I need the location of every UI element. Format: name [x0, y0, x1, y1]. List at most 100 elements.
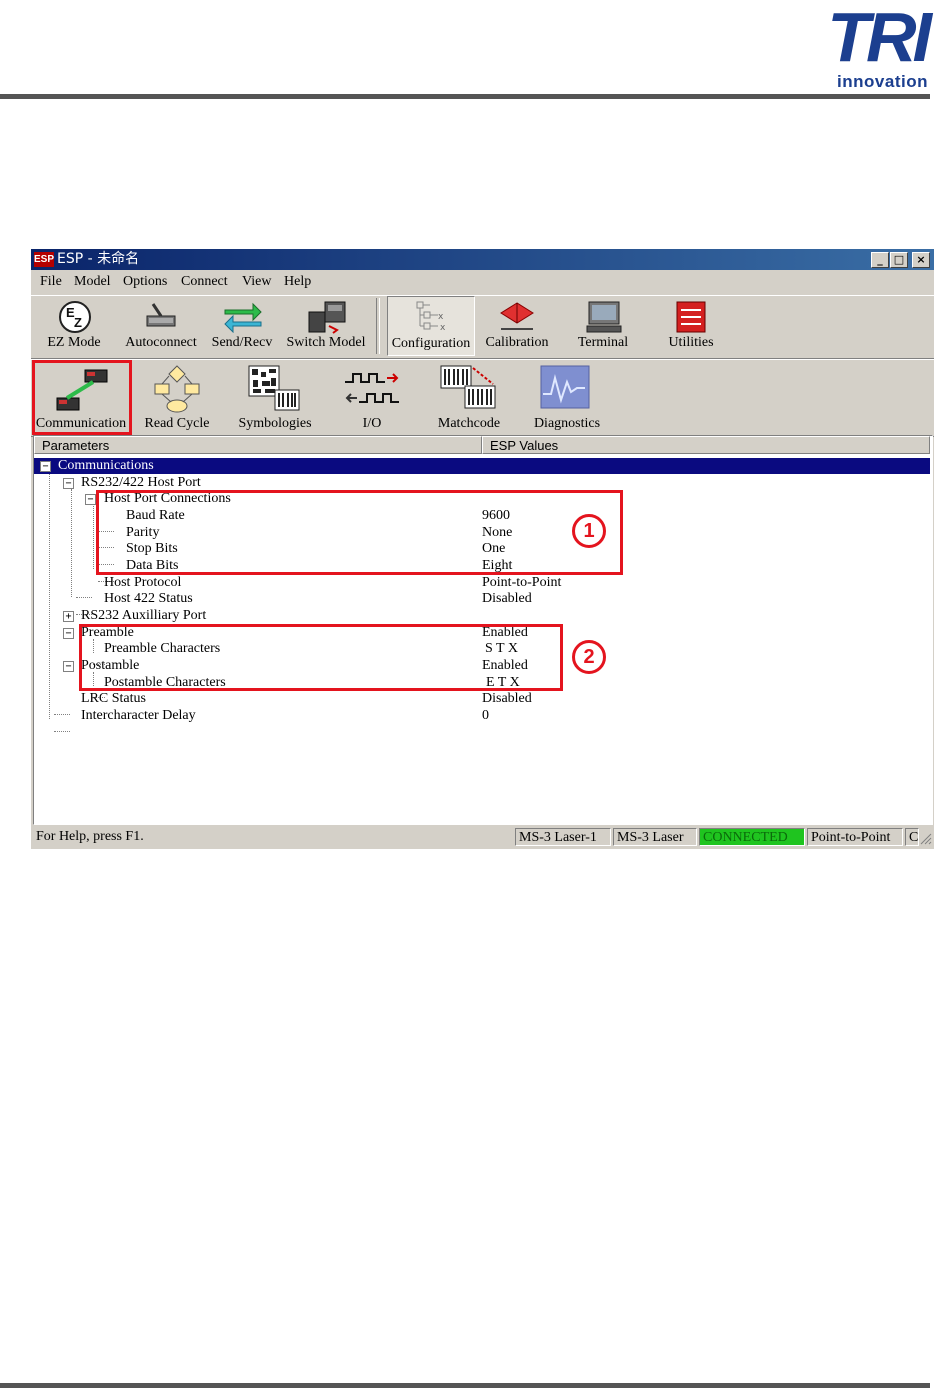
switch-model-label: Switch Model	[286, 335, 366, 350]
matchcode-label: Matchcode	[437, 416, 501, 431]
footer-rule	[0, 1383, 930, 1388]
callout-number-2: 2	[572, 640, 606, 674]
row-name: LRC Status	[81, 691, 146, 706]
status-extra: C	[905, 828, 919, 846]
switch-model-icon	[308, 301, 346, 334]
io-icon	[345, 373, 399, 403]
utilities-icon	[676, 301, 706, 333]
configuration-toolbar: Communication Read Cycle Symbologies I/O…	[31, 359, 934, 437]
status-bar: For Help, press F1. MS-3 Laser-1 MS-3 La…	[31, 826, 934, 849]
menu-help[interactable]: Help	[284, 274, 311, 290]
tree-row[interactable]: LRC Status Disabled	[34, 691, 930, 707]
row-name: Host Protocol	[104, 575, 182, 590]
symbologies-button[interactable]: Symbologies	[227, 364, 323, 434]
diagnostics-label: Diagnostics	[533, 416, 601, 431]
app-icon[interactable]: ESP	[34, 252, 54, 267]
callout-number-1: 1	[572, 514, 606, 548]
menu-bar: File Model Options Connect View Help	[31, 271, 934, 293]
ez-mode-icon: E Z	[59, 301, 91, 333]
row-name: Communications	[58, 458, 154, 473]
close-button[interactable]: ×	[912, 252, 930, 268]
tree-line	[54, 731, 70, 733]
calibration-icon	[500, 302, 534, 330]
terminal-label: Terminal	[577, 335, 629, 350]
main-toolbar: E Z EZ Mode Autoconnect Send/Recv Switch…	[31, 295, 934, 359]
resize-grip-icon[interactable]	[920, 833, 932, 845]
collapse-toggle[interactable]: −	[63, 628, 74, 639]
tree-row[interactable]: − Communications	[34, 458, 930, 474]
calibration-button[interactable]: Calibration	[481, 298, 553, 354]
callout-box-2	[79, 624, 563, 691]
switch-model-button[interactable]: Switch Model	[285, 298, 367, 354]
parameters-tree-panel: Parameters ESP Values − Communications −…	[33, 435, 933, 825]
autoconnect-button[interactable]: Autoconnect	[121, 298, 201, 354]
tree-row[interactable]: Host Protocol Point-to-Point	[34, 575, 930, 591]
diagnostics-icon	[540, 365, 590, 409]
row-name: RS232/422 Host Port	[81, 475, 201, 490]
status-model-2: MS-3 Laser	[613, 828, 697, 846]
configuration-label: Configuration	[391, 336, 471, 351]
diagnostics-button[interactable]: Diagnostics	[525, 364, 609, 434]
menu-file[interactable]: File	[40, 274, 62, 290]
menu-view[interactable]: View	[242, 274, 271, 290]
utilities-label: Utilities	[668, 335, 714, 350]
tree-row[interactable]: Intercharacter Delay 0	[34, 708, 930, 724]
configuration-button[interactable]: x x Configuration	[387, 296, 475, 356]
svg-text:Z: Z	[74, 315, 82, 330]
window-title: ESP - 未命名	[57, 251, 140, 267]
collapse-toggle[interactable]: −	[85, 494, 96, 505]
terminal-icon	[586, 301, 622, 333]
logo-wordmark: innovation	[837, 72, 928, 91]
collapse-toggle[interactable]: −	[63, 661, 74, 672]
column-header-parameters[interactable]: Parameters	[34, 436, 482, 454]
collapse-toggle[interactable]: −	[40, 461, 51, 472]
collapse-toggle[interactable]: −	[63, 478, 74, 489]
status-connection-badge: CONNECTED	[699, 828, 805, 846]
maximize-button[interactable]: □	[890, 252, 908, 268]
menu-connect[interactable]: Connect	[181, 274, 228, 290]
send-recv-label: Send/Recv	[211, 335, 273, 350]
io-button[interactable]: I/O	[333, 364, 411, 434]
matchcode-icon	[440, 365, 496, 409]
title-bar[interactable]: ESP ESP - 未命名 _ □ ×	[31, 249, 934, 270]
menu-options[interactable]: Options	[123, 274, 167, 290]
row-value: Disabled	[482, 691, 532, 706]
tree-row[interactable]: + RS232 Auxilliary Port	[34, 608, 930, 624]
terminal-button[interactable]: Terminal	[567, 298, 639, 354]
minimize-button[interactable]: _	[871, 252, 889, 268]
tree-row[interactable]: Host 422 Status Disabled	[34, 591, 930, 607]
svg-text:x: x	[438, 312, 444, 322]
ez-mode-label: EZ Mode	[47, 335, 101, 350]
configuration-icon: x x	[416, 301, 446, 333]
header-rule	[0, 94, 930, 99]
io-label: I/O	[362, 416, 382, 431]
svg-text:x: x	[440, 323, 446, 333]
row-value: Point-to-Point	[482, 575, 562, 590]
calibration-label: Calibration	[485, 335, 549, 350]
tree-row[interactable]: − RS232/422 Host Port	[34, 475, 930, 491]
row-value: 0	[482, 708, 489, 723]
column-header-esp-values[interactable]: ESP Values	[482, 436, 930, 454]
send-recv-button[interactable]: Send/Recv	[209, 298, 275, 354]
status-model-1: MS-3 Laser-1	[515, 828, 611, 846]
status-help-text: For Help, press F1.	[36, 829, 144, 844]
ez-mode-button[interactable]: E Z EZ Mode	[39, 298, 109, 354]
utilities-button[interactable]: Utilities	[655, 298, 727, 354]
status-protocol: Point-to-Point	[807, 828, 903, 846]
send-recv-icon	[224, 302, 262, 333]
row-value: Disabled	[482, 591, 532, 606]
symbologies-icon	[248, 365, 300, 411]
row-name: RS232 Auxilliary Port	[81, 608, 207, 623]
expand-toggle[interactable]: +	[63, 611, 74, 622]
symbologies-label: Symbologies	[238, 416, 312, 431]
menu-model[interactable]: Model	[74, 274, 111, 290]
tri-innovation-logo: TRI innovation	[810, 2, 932, 91]
autoconnect-icon	[146, 303, 176, 327]
row-name: Intercharacter Delay	[81, 708, 196, 723]
matchcode-button[interactable]: Matchcode	[425, 364, 513, 434]
communication-highlight	[32, 360, 132, 435]
row-name: Host 422 Status	[104, 591, 193, 606]
esp-window: ESP ESP - 未命名 _ □ × File Model Options C…	[31, 249, 934, 849]
toolbar-separator	[376, 298, 380, 354]
read-cycle-button[interactable]: Read Cycle	[135, 364, 219, 434]
